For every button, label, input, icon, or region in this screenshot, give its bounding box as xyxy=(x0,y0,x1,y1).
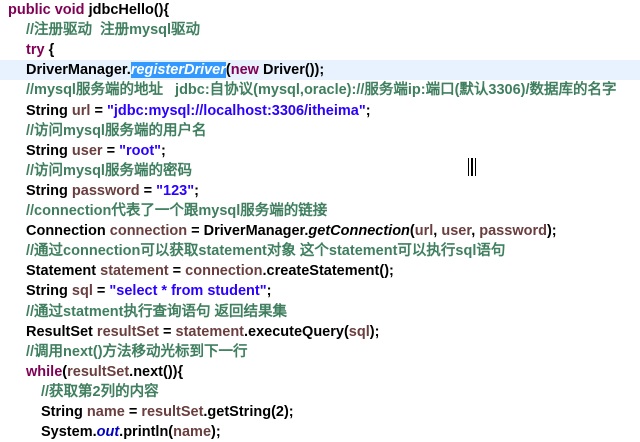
code-line[interactable]: //访问mysql服务端的用户名 xyxy=(0,121,640,141)
code-token: String xyxy=(26,182,72,199)
code-token: Statement xyxy=(26,263,101,280)
code-token: = xyxy=(139,182,157,199)
code-token: name xyxy=(173,424,212,441)
code-line[interactable]: String name = resultSet.getString(2); xyxy=(0,402,640,422)
code-keyword: public xyxy=(8,2,55,18)
code-keyword: new xyxy=(230,62,263,79)
code-line[interactable]: String user = "root"; xyxy=(0,141,640,161)
code-token: .getString(2); xyxy=(203,404,294,420)
code-token: user xyxy=(441,223,472,240)
code-token: url xyxy=(71,102,91,119)
code-token: .next()){ xyxy=(129,363,184,380)
code-string: "root" xyxy=(119,142,162,159)
code-line[interactable]: //获取第2列的内容 xyxy=(0,382,640,402)
code-token: resultSet xyxy=(141,404,204,420)
code-string: "jdbc:mysql://localhost:3306/itheima" xyxy=(106,102,366,119)
code-line[interactable]: //通过connection可以获取statement对象 这个statemen… xyxy=(0,241,640,261)
code-line[interactable]: System.out.println(name); xyxy=(0,422,640,442)
code-token: password xyxy=(479,223,547,240)
code-line[interactable]: DriverManager.registerDriver(new Driver(… xyxy=(0,60,640,81)
code-comment: //访问mysql服务端的用户名 xyxy=(26,122,207,139)
code-token: ; xyxy=(194,182,199,199)
code-editor[interactable]: public void jdbcHello(){ //注册驱动 注册mysql驱动… xyxy=(0,0,640,440)
code-token: statement xyxy=(100,263,169,280)
code-token: { xyxy=(44,42,55,59)
code-line[interactable]: Statement statement = connection.createS… xyxy=(0,261,640,281)
code-line[interactable]: String sql = "select * from student"; xyxy=(0,281,640,301)
code-token: url xyxy=(414,223,434,240)
code-comment: //访问mysql服务端的密码 xyxy=(26,162,192,179)
code-token: Connection xyxy=(26,223,110,240)
code-token: ); xyxy=(369,323,380,340)
code-comment: //通过connection可以获取statement对象 这个statemen… xyxy=(26,243,506,260)
code-comment: //注册驱动 注册mysql驱动 xyxy=(26,22,201,39)
code-token: ; xyxy=(365,102,371,119)
code-comment: //通过statment执行查询语句 返回结果集 xyxy=(26,303,288,320)
code-token: ); xyxy=(546,223,557,240)
code-token: password xyxy=(71,182,140,199)
code-string: "select * from student" xyxy=(109,283,267,300)
code-token: connection xyxy=(109,223,188,240)
code-line[interactable]: String url = "jdbc:mysql://localhost:330… xyxy=(0,101,640,121)
code-token: String xyxy=(26,283,72,300)
code-line[interactable]: try { xyxy=(0,40,640,60)
code-token: = xyxy=(168,263,186,280)
selected-text: registerDriver xyxy=(130,62,226,79)
code-string: "123" xyxy=(156,182,195,199)
text-cursor-icon xyxy=(468,158,476,176)
code-token: sql xyxy=(71,283,93,300)
code-token: connection xyxy=(185,263,263,280)
code-token: = xyxy=(90,102,107,119)
code-comment: //获取第2列的内容 xyxy=(41,383,159,400)
code-line[interactable]: //注册驱动 注册mysql驱动 xyxy=(0,20,640,40)
code-line[interactable]: String password = "123"; xyxy=(0,181,640,201)
code-line[interactable]: //mysql服务端的地址 jdbc:自协议(mysql,oracle)://服… xyxy=(0,80,640,100)
code-line[interactable]: while(resultSet.next()){ xyxy=(0,362,640,382)
code-token: ); xyxy=(211,424,221,441)
code-token: ResultSet xyxy=(26,323,97,340)
code-token: statement xyxy=(175,323,245,340)
code-keyword: try xyxy=(26,42,45,59)
code-comment: //调用next()方法移动光标到下一行 xyxy=(26,343,248,360)
code-token: getConnection xyxy=(308,223,410,240)
code-token: resultSet xyxy=(96,323,159,340)
code-comment: //connection代表了一个跟mysql服务端的链接 xyxy=(26,203,328,219)
code-keyword: while xyxy=(26,363,63,380)
code-line[interactable]: ResultSet resultSet = statement.executeQ… xyxy=(0,322,640,342)
code-line[interactable]: public void jdbcHello(){ xyxy=(0,0,640,20)
code-comment: //mysql服务端的地址 jdbc:自协议(mysql,oracle)://服… xyxy=(26,82,617,99)
code-token: = xyxy=(158,323,176,340)
code-token: .executeQuery( xyxy=(244,323,349,340)
code-line[interactable]: //connection代表了一个跟mysql服务端的链接 xyxy=(0,201,640,221)
code-token: ; xyxy=(266,283,272,300)
code-token: jdbcHello(){ xyxy=(88,2,170,18)
code-token: DriverManager. xyxy=(26,62,131,79)
code-token: String xyxy=(41,404,87,420)
code-token: .createStatement(); xyxy=(262,263,394,280)
code-line[interactable]: //调用next()方法移动光标到下一行 xyxy=(0,342,640,362)
code-token: user xyxy=(71,142,103,159)
code-line[interactable]: //通过statment执行查询语句 返回结果集 xyxy=(0,302,640,322)
code-line[interactable]: //访问mysql服务端的密码 xyxy=(0,161,640,181)
code-token: name xyxy=(86,404,125,420)
code-token: = xyxy=(102,142,120,159)
code-token: resultSet xyxy=(67,363,130,380)
code-token: String xyxy=(26,142,72,159)
code-token: out xyxy=(96,424,120,441)
code-line[interactable]: Connection connection = DriverManager.ge… xyxy=(0,221,640,241)
code-token: sql xyxy=(348,323,370,340)
code-token: = xyxy=(124,404,142,420)
code-token: Driver()); xyxy=(262,62,325,79)
code-token: .println( xyxy=(119,424,174,441)
code-token: System. xyxy=(41,424,97,441)
code-keyword: void xyxy=(54,2,89,18)
code-token: = DriverManager. xyxy=(187,223,309,240)
code-token: String xyxy=(26,102,72,119)
code-token: = xyxy=(92,283,110,300)
code-token: ; xyxy=(161,142,166,159)
